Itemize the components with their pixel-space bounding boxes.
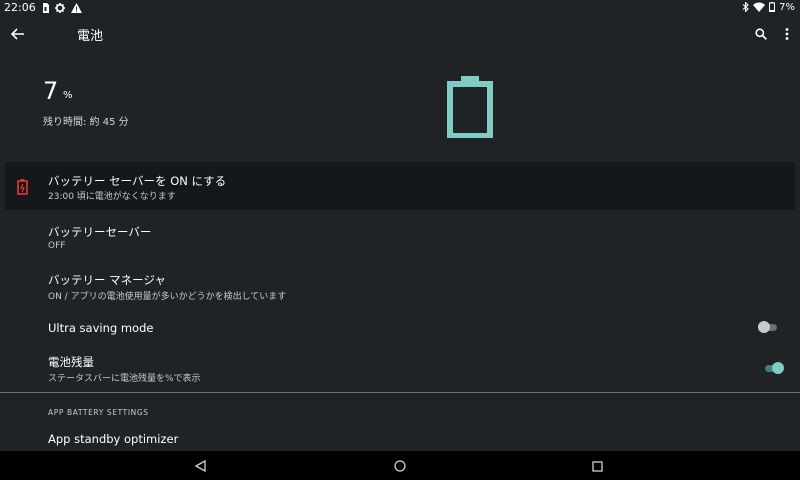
- navigation-bar: [0, 451, 800, 480]
- more-vert-icon: [785, 25, 789, 44]
- status-bar-right: 7%: [742, 1, 795, 13]
- toggle-thumb: [758, 321, 770, 333]
- nav-back-button[interactable]: [191, 457, 209, 475]
- sim-card-icon: [42, 2, 49, 14]
- battery-manager-title: バッテリー マネージャ: [48, 273, 166, 287]
- app-battery-section-header: APP BATTERY SETTINGS: [48, 408, 149, 417]
- status-time: 22:06: [4, 1, 36, 14]
- battery-percent-unit: %: [63, 90, 73, 101]
- battery-header: 7 % 残り時間: 約 45 分: [0, 53, 800, 161]
- battery-saver-title: バッテリーセーバー: [48, 225, 152, 239]
- battery-saver-status: OFF: [48, 241, 66, 251]
- battery-saver-suggestion-title: バッテリー セーバーを ON にする: [48, 174, 227, 188]
- status-battery-percent: 7%: [779, 1, 795, 13]
- battery-percentage-title: 電池残量: [48, 355, 94, 369]
- nav-home-icon: [394, 457, 406, 476]
- battery-alert-icon: [17, 179, 28, 195]
- ultra-saving-mode-item[interactable]: Ultra saving mode: [0, 312, 800, 344]
- warning-icon: [70, 2, 82, 14]
- back-button[interactable]: [8, 24, 28, 44]
- remaining-time: 残り時間: 約 45 分: [43, 117, 129, 128]
- battery-manager-status: ON / アプリの電池使用量が多いかどうかを検出しています: [48, 292, 287, 302]
- search-icon: [755, 25, 767, 44]
- battery-percentage-toggle[interactable]: [762, 362, 784, 374]
- wifi-icon: [753, 1, 766, 13]
- bluetooth-icon: [742, 1, 749, 13]
- battery-percentage-item[interactable]: 電池残量 ステータスバーに電池残量を%で表示: [0, 348, 800, 388]
- battery-manager-item[interactable]: バッテリー マネージャ ON / アプリの電池使用量が多いかどうかを検出していま…: [0, 266, 800, 306]
- battery-saver-suggestion-subtitle: 23:00 頃に電池がなくなります: [48, 192, 176, 202]
- battery-percent-value: 7: [43, 77, 59, 105]
- status-bar-left: 22:06: [4, 1, 82, 14]
- gear-icon: [54, 2, 65, 14]
- status-bar: 22:06 7%: [0, 0, 800, 15]
- battery-icon: [769, 1, 776, 13]
- toggle-thumb: [772, 362, 784, 374]
- battery-percentage-subtitle: ステータスバーに電池残量を%で表示: [48, 374, 201, 384]
- app-bar: 電池: [0, 15, 800, 53]
- ultra-saving-mode-title: Ultra saving mode: [48, 321, 154, 335]
- nav-recents-button[interactable]: [588, 457, 606, 475]
- section-divider: [0, 392, 800, 393]
- arrow-back-icon: [10, 25, 25, 44]
- nav-recents-icon: [591, 457, 603, 476]
- more-options-button[interactable]: [777, 24, 797, 44]
- battery-level-icon: [447, 76, 493, 140]
- search-button[interactable]: [751, 24, 771, 44]
- battery-saver-suggestion[interactable]: バッテリー セーバーを ON にする 23:00 頃に電池がなくなります: [5, 162, 795, 210]
- ultra-saving-mode-toggle[interactable]: [758, 321, 780, 333]
- app-standby-optimizer-title: App standby optimizer: [48, 432, 179, 446]
- battery-saver-item[interactable]: バッテリーセーバー OFF: [0, 218, 800, 258]
- page-title: 電池: [77, 29, 104, 44]
- nav-home-button[interactable]: [391, 457, 409, 475]
- app-standby-optimizer-item[interactable]: App standby optimizer: [0, 425, 800, 451]
- nav-back-icon: [194, 457, 206, 476]
